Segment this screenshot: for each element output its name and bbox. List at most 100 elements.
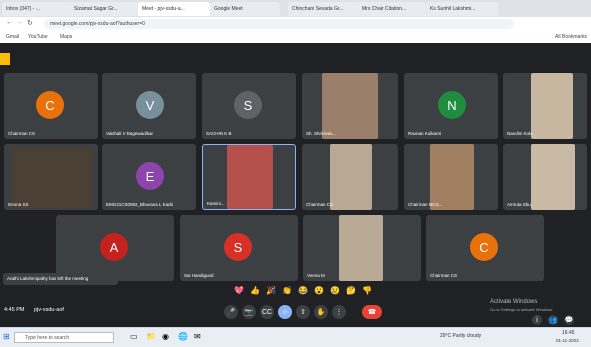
- participant-tile[interactable]: Deona SS: [4, 144, 98, 210]
- mic-button[interactable]: 🎤: [224, 305, 238, 319]
- avatar: C: [470, 233, 498, 261]
- bookmark-maps[interactable]: Maps: [60, 34, 72, 40]
- chat-icon[interactable]: 💬: [564, 315, 574, 325]
- meet-logo-icon: [0, 53, 10, 65]
- windows-start-icon[interactable]: ⊞: [3, 332, 10, 341]
- mail-icon[interactable]: ✉: [194, 332, 201, 341]
- clap-reaction[interactable]: 👏: [282, 286, 292, 295]
- emoji-button[interactable]: ☺: [278, 305, 292, 319]
- activate-windows-title: Activate Windows: [490, 299, 538, 305]
- thinking-reaction[interactable]: 🤔: [346, 286, 356, 295]
- participant-name: Chairman MCS...: [408, 202, 443, 207]
- participant-name: Ravnan Kulkarni: [408, 131, 442, 136]
- participant-tile[interactable]: Veena M: [303, 215, 421, 281]
- chrome-icon[interactable]: ◉: [162, 332, 169, 341]
- participant-name: Chairman CS: [430, 273, 458, 278]
- participant-tile[interactable]: V Vaishali V Bagewadikar: [102, 73, 196, 139]
- meeting-code: pjv-xsdu-aof: [34, 307, 64, 313]
- windows-taskbar: ⊞ Type here to search ▭ 📁 ◉ 🌐 ✉ 29°C Par…: [0, 327, 591, 347]
- participant-name: Deona SS: [8, 202, 29, 207]
- forward-icon[interactable]: →: [16, 19, 23, 26]
- activate-windows-subtitle: Go to Settings to activate Windows.: [490, 307, 554, 312]
- participant-tile[interactable]: C Chairman CS: [426, 215, 544, 281]
- more-options-button[interactable]: ⋮: [332, 305, 346, 319]
- bookmark-gmail[interactable]: Gmail: [6, 34, 19, 40]
- participant-tile-active-speaker[interactable]: Kamini...: [202, 144, 296, 210]
- reload-icon[interactable]: ↻: [27, 19, 33, 27]
- raise-hand-button[interactable]: ✋: [314, 305, 328, 319]
- participant-video: [227, 145, 273, 209]
- leave-call-button[interactable]: ☎: [362, 305, 382, 319]
- participant-name: Kamini...: [207, 201, 225, 206]
- left-meeting-toast: Arathi Lakshmipathy has left the meeting: [3, 273, 118, 285]
- tab-google-meet[interactable]: Google Meet: [210, 2, 280, 16]
- participant-name: Sh. Shrinivas...: [306, 131, 337, 136]
- participant-name: Amruta Sbu...: [507, 202, 535, 207]
- all-bookmarks[interactable]: All Bookmarks: [555, 34, 587, 40]
- weather-widget[interactable]: 29°C Partly cloudy: [440, 333, 481, 339]
- participant-video: [322, 73, 378, 139]
- avatar: V: [136, 91, 164, 119]
- participant-tile[interactable]: E EMG21CS0082_Bhuvana L Kadri: [102, 144, 196, 210]
- edge-icon[interactable]: 🌐: [178, 332, 188, 341]
- address-bar-row: ← → ↻ meet.google.com/pjv-xsdu-aof?authu…: [0, 17, 591, 32]
- avatar: N: [438, 91, 466, 119]
- participant-tile[interactable]: C Chairman CS: [4, 73, 98, 139]
- info-icon[interactable]: i: [532, 315, 542, 325]
- participant-name: EMG21CS0082_Bhuvana L Kadri: [106, 202, 174, 207]
- tab-inbox[interactable]: Inbox (347) - ...: [2, 2, 72, 16]
- avatar: C: [36, 91, 64, 119]
- back-icon[interactable]: ←: [6, 19, 13, 26]
- tab-mrs-chair[interactable]: Mrs Chair Citation...: [358, 2, 426, 16]
- participant-tile[interactable]: Sh. Shrinivas...: [302, 73, 398, 139]
- browser-tab-strip: Inbox (347) - ... Sizamat Sagar Gr... Me…: [0, 0, 591, 17]
- file-explorer-icon[interactable]: 📁: [146, 332, 156, 341]
- participant-video: [531, 73, 573, 139]
- captions-button[interactable]: CC: [260, 305, 274, 319]
- participant-tile[interactable]: Nandini Kolo: [503, 73, 587, 139]
- participant-tile[interactable]: S SACHIN K B: [202, 73, 296, 139]
- taskbar-date: 01-11-2023: [556, 338, 579, 343]
- task-view-icon[interactable]: ▭: [130, 332, 138, 341]
- participant-tile[interactable]: Chairman CS: [302, 144, 398, 210]
- meeting-controls: 4:45 PM pjv-xsdu-aof 🎤 📷 CC ☺ ⇧ ✋ ⋮ ☎ Ac…: [0, 297, 591, 327]
- bookmarks-bar: Gmail YouTube Maps All Bookmarks: [0, 31, 591, 43]
- tab-ks-sunhil[interactable]: Ks Sunhil Lakshmi...: [426, 2, 498, 16]
- participant-tile[interactable]: Chairman MCS...: [404, 144, 498, 210]
- heart-reaction[interactable]: 💖: [234, 286, 244, 295]
- avatar: S: [224, 233, 252, 261]
- participant-tile[interactable]: A: [56, 215, 174, 281]
- participant-name: Sai Handigund: [184, 273, 214, 278]
- participant-name: Veena M: [307, 273, 325, 278]
- participant-name: Vaishali V Bagewadikar: [106, 131, 153, 136]
- participant-name: Chairman CS: [8, 131, 36, 136]
- participant-video: [12, 148, 92, 208]
- taskbar-search-input[interactable]: Type here to search: [14, 332, 114, 343]
- participant-name: SACHIN K B: [206, 131, 232, 136]
- avatar: E: [136, 162, 164, 190]
- bookmark-youtube[interactable]: YouTube: [28, 34, 48, 40]
- tab-meet-active[interactable]: Meet - pjv-xsdu-a...: [138, 2, 210, 16]
- participant-name: Nandini Kolo: [507, 131, 533, 136]
- people-icon[interactable]: 👥: [548, 315, 558, 325]
- tab-sizamat[interactable]: Sizamat Sagar Gr...: [70, 2, 140, 16]
- party-reaction[interactable]: 🎉: [266, 286, 276, 295]
- thumbs-down-reaction[interactable]: 👎: [362, 286, 372, 295]
- camera-button[interactable]: 📷: [242, 305, 256, 319]
- participant-tile[interactable]: Amruta Sbu...: [503, 144, 587, 210]
- participant-tile[interactable]: S Sai Handigund: [180, 215, 298, 281]
- present-button[interactable]: ⇧: [296, 305, 310, 319]
- participant-tile[interactable]: N Ravnan Kulkarni: [404, 73, 498, 139]
- avatar: A: [100, 233, 128, 261]
- participant-video: [339, 215, 383, 281]
- participant-video: [430, 144, 474, 210]
- thumbs-up-reaction[interactable]: 👍: [250, 286, 260, 295]
- sad-reaction[interactable]: 😢: [330, 286, 340, 295]
- url-input[interactable]: meet.google.com/pjv-xsdu-aof?authuser=0: [44, 19, 514, 29]
- participant-video: [531, 144, 575, 210]
- joy-reaction[interactable]: 😂: [298, 286, 308, 295]
- participant-video: [330, 144, 372, 210]
- surprised-reaction[interactable]: 😮: [314, 286, 324, 295]
- avatar: S: [234, 91, 262, 119]
- tab-chinchani[interactable]: Chinchani Sevada Gr...: [288, 2, 360, 16]
